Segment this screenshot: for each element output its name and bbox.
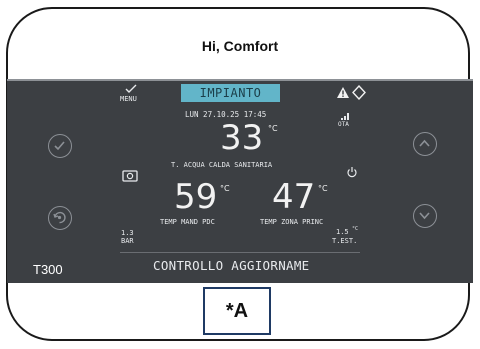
supply-temperature-caption: TEMP MAND PDC <box>160 218 215 226</box>
supply-temperature-unit: °C <box>220 184 230 193</box>
increase-button[interactable] <box>413 132 437 156</box>
status-message: CONTROLLO AGGIORNAME <box>153 258 310 273</box>
power-icon[interactable] <box>346 166 358 178</box>
model-name: T300 <box>33 262 63 277</box>
status-divider <box>120 252 360 253</box>
outdoor-temperature-unit: °C <box>352 226 359 232</box>
warning-icon <box>337 87 349 98</box>
mode-title: IMPIANTO <box>181 84 280 102</box>
camera-icon[interactable] <box>122 169 138 182</box>
ota-label: OTA <box>338 121 349 128</box>
menu-label[interactable]: MENU <box>120 95 137 103</box>
dhw-temperature: 33 <box>220 118 264 158</box>
menu-check-icon <box>125 84 137 93</box>
eco-mode-icon <box>53 211 66 224</box>
signal-icon <box>341 113 349 120</box>
zone-temperature-caption: TEMP ZONA PRINC <box>260 218 324 226</box>
confirm-button[interactable] <box>48 134 72 158</box>
chevron-up-icon <box>419 139 430 147</box>
outdoor-temperature: 1.5 <box>336 228 349 236</box>
panel-top-edge <box>7 79 473 81</box>
pressure-value: 1.3 <box>121 229 134 237</box>
annotation-label: *A <box>203 287 271 335</box>
check-icon <box>54 141 65 151</box>
diamond-nav-icon[interactable] <box>352 85 366 100</box>
chevron-down-icon <box>419 212 430 220</box>
pressure-unit: BAR <box>121 237 134 245</box>
outdoor-temperature-caption: T.EST. <box>332 237 358 245</box>
dhw-temperature-caption: T. ACQUA CALDA SANITARIA <box>171 161 273 169</box>
greeting-title: Hi, Comfort <box>201 38 279 54</box>
supply-temperature: 59 <box>174 177 218 217</box>
zone-temperature-unit: °C <box>318 184 328 193</box>
eco-mode-button[interactable] <box>48 206 72 230</box>
dhw-temperature-unit: °C <box>268 124 278 133</box>
decrease-button[interactable] <box>413 204 437 228</box>
zone-temperature: 47 <box>272 177 316 217</box>
